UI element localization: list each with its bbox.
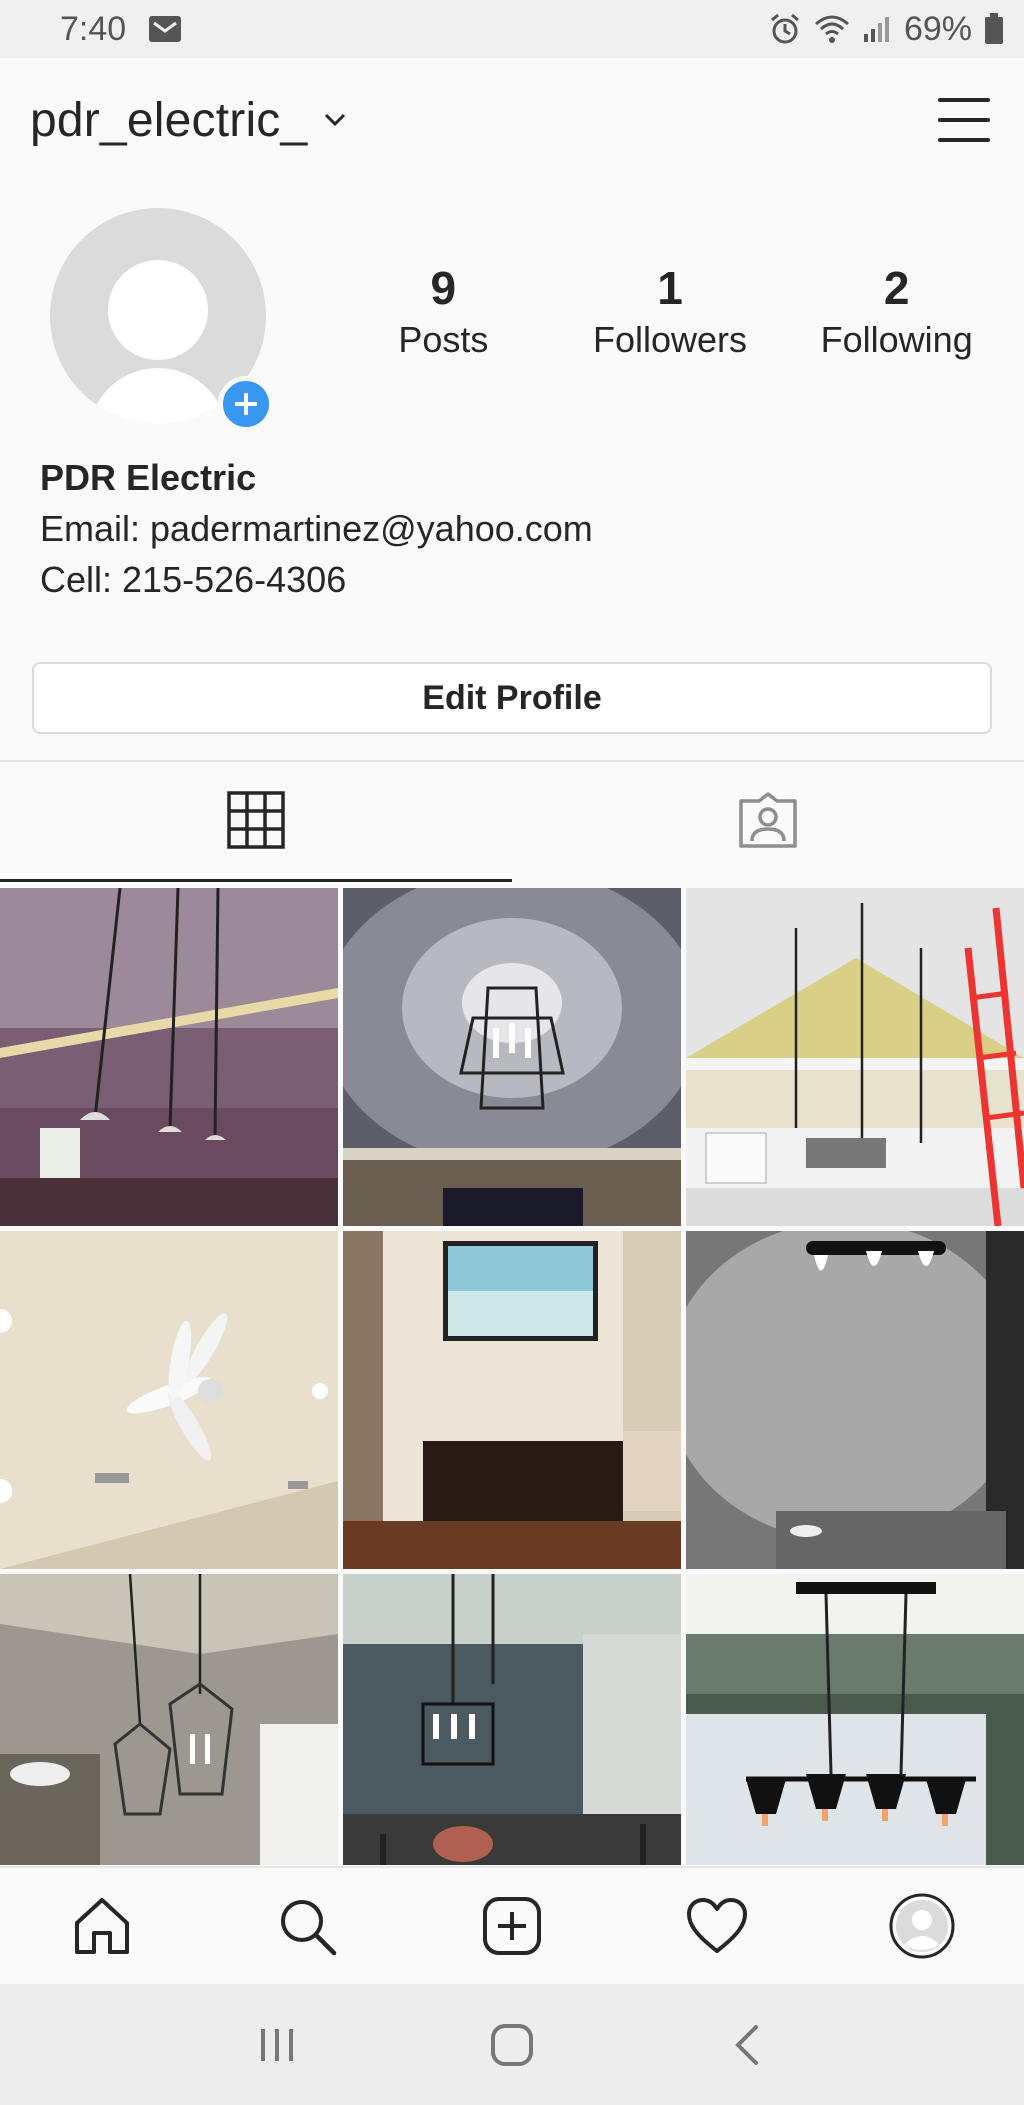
recent-apps-icon[interactable] — [237, 2005, 317, 2085]
followers-count: 1 — [657, 262, 683, 314]
edit-profile-button[interactable]: Edit Profile — [32, 662, 992, 734]
posts-count: 9 — [430, 262, 457, 314]
profile-name: PDR Electric — [40, 457, 257, 498]
posts-label: Posts — [398, 319, 489, 360]
post-thumbnail[interactable] — [343, 1574, 681, 1865]
followers-stat[interactable]: 1 Followers — [557, 258, 784, 364]
grid-icon — [227, 790, 285, 854]
profile-icon[interactable] — [877, 1881, 967, 1971]
back-icon[interactable] — [707, 2005, 787, 2085]
following-label: Following — [820, 319, 973, 360]
following-stat[interactable]: 2 Following — [783, 258, 1010, 364]
post-thumbnail[interactable] — [686, 1574, 1024, 1865]
tab-tagged[interactable] — [512, 762, 1024, 882]
post-thumbnail[interactable] — [343, 1231, 681, 1569]
menu-icon[interactable] — [934, 90, 994, 150]
new-post-icon[interactable] — [467, 1881, 557, 1971]
post-thumbnail[interactable] — [686, 888, 1024, 1226]
bottom-navigation — [0, 1866, 1024, 1984]
profile-stats: 9 Posts 1 Followers 2 Following — [330, 258, 1010, 364]
posts-stat[interactable]: 9 Posts — [330, 258, 557, 364]
chevron-down-icon[interactable] — [323, 112, 347, 128]
post-thumbnail[interactable] — [0, 888, 338, 1226]
account-username[interactable]: pdr_electric_ — [30, 93, 307, 148]
add-story-icon[interactable] — [218, 376, 274, 432]
signal-icon — [862, 14, 892, 44]
post-thumbnail[interactable] — [686, 1231, 1024, 1569]
status-time: 7:40 — [60, 9, 127, 48]
profile-header: pdr_electric_ — [0, 58, 1024, 182]
tab-grid[interactable] — [0, 762, 512, 882]
wifi-icon — [814, 14, 850, 44]
profile-tabs — [0, 760, 1024, 882]
activity-icon[interactable] — [672, 1881, 762, 1971]
bio-email: Email: padermartinez@yahoo.com — [40, 508, 593, 549]
system-navigation-bar — [0, 1984, 1024, 2105]
following-count: 2 — [883, 262, 910, 314]
profile-bio: PDR Electric Email: padermartinez@yahoo.… — [40, 452, 593, 605]
home-icon[interactable] — [57, 1881, 147, 1971]
post-thumbnail[interactable] — [0, 1574, 338, 1865]
home-button-icon[interactable] — [472, 2005, 552, 2085]
followers-label: Followers — [592, 319, 748, 360]
mail-icon — [148, 15, 182, 43]
alarm-icon — [768, 12, 802, 46]
search-icon[interactable] — [262, 1881, 352, 1971]
posts-grid — [0, 888, 1024, 1865]
battery-percent: 69% — [903, 9, 972, 48]
post-thumbnail[interactable] — [343, 888, 681, 1226]
tagged-icon — [737, 791, 799, 854]
post-thumbnail[interactable] — [0, 1231, 338, 1569]
avatar[interactable] — [50, 208, 274, 432]
bio-cell: Cell: 215-526-4306 — [40, 559, 347, 600]
status-bar: 7:40 69% — [0, 0, 1024, 58]
battery-icon — [984, 13, 1004, 45]
